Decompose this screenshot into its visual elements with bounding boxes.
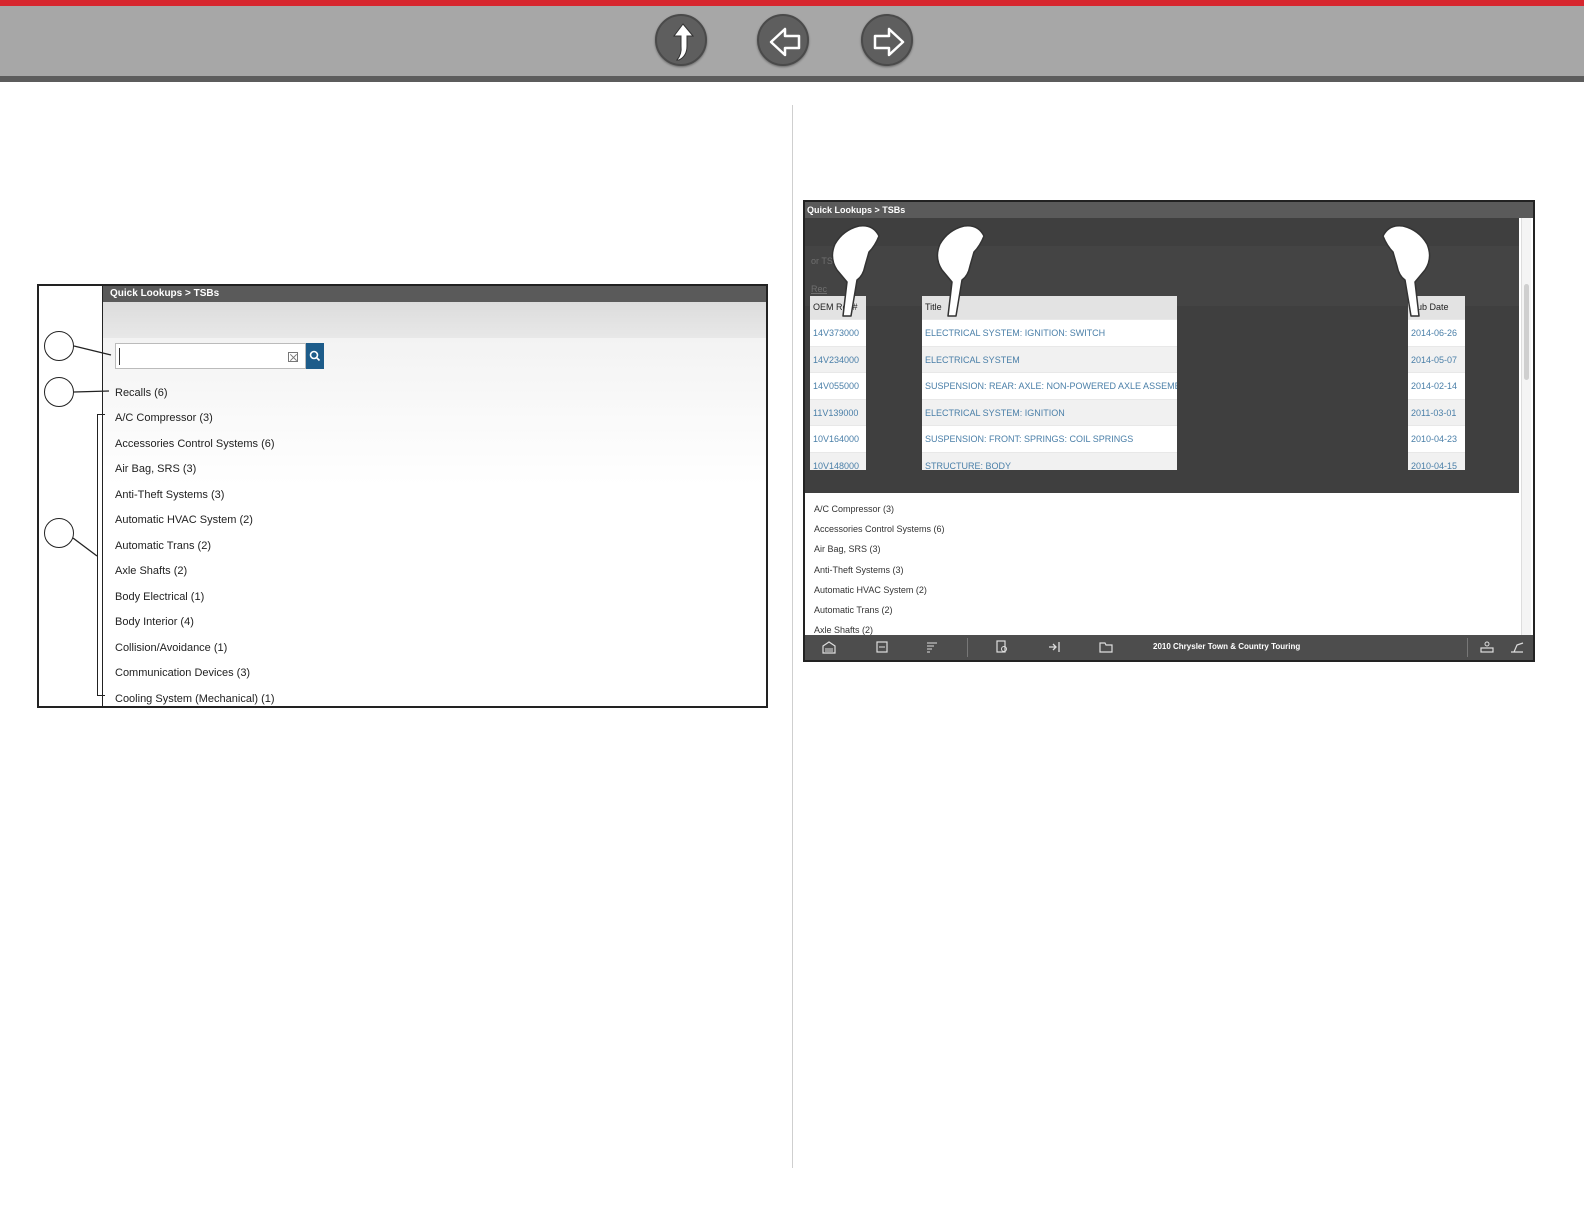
oem-ref-cell[interactable]: 14V055000 bbox=[810, 372, 866, 399]
right-arrow-icon bbox=[873, 27, 905, 57]
accent-stripe bbox=[0, 0, 1584, 6]
toolbar-separator bbox=[967, 638, 968, 657]
category-item[interactable]: Axle Shafts (2) bbox=[115, 565, 187, 577]
category-item[interactable]: Axle Shafts (2) bbox=[814, 625, 873, 635]
category-item[interactable]: Anti-Theft Systems (3) bbox=[814, 565, 904, 575]
search-doc-icon[interactable] bbox=[995, 640, 1009, 654]
oem-ref-cell[interactable]: 10V164000 bbox=[810, 425, 866, 452]
breadcrumb: Quick Lookups > TSBs bbox=[805, 202, 1533, 218]
left-arrow-icon bbox=[769, 27, 801, 57]
bottom-toolbar: 2010 Chrysler Town & Country Touring bbox=[805, 635, 1533, 660]
pub-date-cell[interactable]: 2011-03-01 bbox=[1408, 398, 1465, 425]
connection-icon[interactable] bbox=[1510, 640, 1524, 654]
category-item[interactable]: Body Interior (4) bbox=[115, 616, 194, 628]
exit-icon[interactable] bbox=[1047, 640, 1061, 654]
category-item[interactable]: Accessories Control Systems (6) bbox=[115, 438, 275, 450]
vehicle-info-icon[interactable] bbox=[875, 640, 889, 654]
tsb-results-screenshot: Quick Lookups > TSBs or TSB nu Rec OEM R… bbox=[803, 200, 1535, 662]
category-item[interactable]: Air Bag, SRS (3) bbox=[814, 544, 881, 554]
oem-ref-cell[interactable]: 11V139000 bbox=[810, 398, 866, 425]
category-item[interactable]: Cooling System (Mechanical) (1) bbox=[115, 693, 275, 705]
top-nav-bar bbox=[0, 0, 1584, 82]
back-button[interactable] bbox=[757, 14, 809, 66]
vehicle-label: 2010 Chrysler Town & Country Touring bbox=[1153, 642, 1301, 651]
title-cell[interactable]: SUSPENSION: FRONT: SPRINGS: COIL SPRINGS bbox=[922, 425, 1177, 452]
oem-ref-cell[interactable]: 14V373000 bbox=[810, 319, 866, 346]
title-cell[interactable]: ELECTRICAL SYSTEM bbox=[922, 345, 1177, 372]
toolbar-separator bbox=[1467, 638, 1468, 657]
pub-date-cell[interactable]: 2014-05-07 bbox=[1408, 345, 1465, 372]
title-cell[interactable]: ELECTRICAL SYSTEM: IGNITION: SWITCH bbox=[922, 319, 1177, 346]
title-cell[interactable]: ELECTRICAL SYSTEM: IGNITION bbox=[922, 398, 1177, 425]
tsb-category-screenshot: Quick Lookups > TSBs Recalls (6) A/C Com… bbox=[37, 284, 768, 708]
category-item[interactable]: Anti-Theft Systems (3) bbox=[115, 489, 224, 501]
pointing-hand-icon bbox=[936, 224, 985, 317]
pub-date-cell[interactable]: 2014-02-14 bbox=[1408, 372, 1465, 399]
pointing-hand-icon bbox=[1382, 224, 1431, 317]
pub-date-column: Pub Date 2014-06-26 2014-05-07 2014-02-14 2… bbox=[1408, 296, 1465, 470]
recalls-link[interactable]: Recalls (6) bbox=[115, 387, 168, 399]
category-item[interactable]: Automatic Trans (2) bbox=[814, 605, 893, 615]
column-divider bbox=[792, 105, 793, 1168]
category-item[interactable]: Automatic Trans (2) bbox=[115, 540, 211, 552]
pub-date-cell[interactable]: 2014-06-26 bbox=[1408, 319, 1465, 346]
folder-icon[interactable] bbox=[1099, 640, 1113, 654]
scope-icon[interactable] bbox=[1480, 640, 1494, 654]
oem-ref-column: OEM Ref # 14V373000 14V234000 14V055000 11V… bbox=[810, 296, 866, 470]
data-list-icon[interactable] bbox=[925, 640, 939, 654]
pub-date-cell[interactable]: 2010-04-15 bbox=[1408, 451, 1465, 470]
oem-ref-cell[interactable]: 10V148000 bbox=[810, 451, 866, 470]
garage-icon[interactable] bbox=[822, 640, 836, 654]
category-item[interactable]: A/C Compressor (3) bbox=[115, 412, 213, 424]
category-item[interactable]: A/C Compressor (3) bbox=[814, 504, 894, 514]
pub-date-cell[interactable]: 2010-04-23 bbox=[1408, 425, 1465, 452]
title-cell[interactable]: SUSPENSION: REAR: AXLE: NON-POWERED AXLE… bbox=[922, 372, 1177, 399]
oem-ref-cell[interactable]: 14V234000 bbox=[810, 345, 866, 372]
category-item[interactable]: Communication Devices (3) bbox=[115, 667, 250, 679]
home-up-button[interactable] bbox=[655, 14, 707, 66]
bottom-stripe bbox=[0, 76, 1584, 82]
forward-button[interactable] bbox=[861, 14, 913, 66]
category-item[interactable]: Air Bag, SRS (3) bbox=[115, 463, 196, 475]
category-item[interactable]: Automatic HVAC System (2) bbox=[115, 514, 253, 526]
title-cell[interactable]: STRUCTURE: BODY bbox=[922, 451, 1177, 470]
category-item[interactable]: Accessories Control Systems (6) bbox=[814, 524, 945, 534]
scrollbar[interactable] bbox=[1521, 218, 1531, 636]
scroll-thumb[interactable] bbox=[1524, 284, 1529, 380]
curved-up-arrow-icon bbox=[673, 23, 695, 61]
category-item[interactable]: Collision/Avoidance (1) bbox=[115, 642, 227, 654]
category-bracket bbox=[97, 414, 105, 696]
category-item[interactable]: Automatic HVAC System (2) bbox=[814, 585, 927, 595]
pointing-hand-icon bbox=[831, 224, 880, 317]
title-column: Title ELECTRICAL SYSTEM: IGNITION: SWITC… bbox=[922, 296, 1177, 470]
category-item[interactable]: Body Electrical (1) bbox=[115, 591, 204, 603]
